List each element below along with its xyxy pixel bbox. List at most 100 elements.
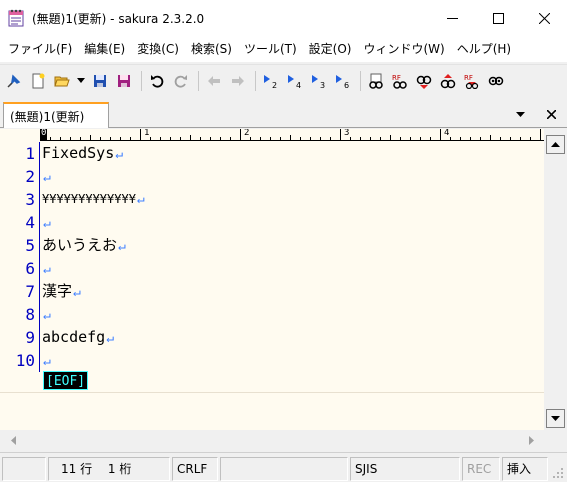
line-number: 3: [25, 190, 35, 209]
menu-window[interactable]: ウィンドウ(W): [357, 38, 450, 60]
menu-edit[interactable]: 編集(E): [78, 38, 131, 60]
line-text: ↵: [42, 211, 51, 235]
status-encoding[interactable]: SJIS: [350, 457, 460, 481]
ruler-tick: [90, 135, 91, 140]
search-next-icon[interactable]: [413, 70, 435, 92]
replace-icon[interactable]: RF: [461, 70, 483, 92]
jump-6-icon[interactable]: 6: [332, 70, 354, 92]
ruler-tick: [250, 137, 251, 140]
jump-3-label: 3: [320, 81, 325, 89]
scroll-left-icon[interactable]: [4, 431, 22, 449]
compare-icon[interactable]: [485, 70, 507, 92]
ruler-tick: [150, 137, 151, 140]
save-all-icon[interactable]: [113, 70, 135, 92]
scroll-right-icon[interactable]: [522, 431, 540, 449]
ruler-tick: [540, 129, 541, 140]
editor-line[interactable]: 3 ¥¥¥¥¥¥¥¥¥¥¥¥¥↵: [0, 188, 544, 211]
horizontal-scroll-track[interactable]: [22, 431, 518, 449]
jump-6-label: 6: [344, 81, 349, 89]
ruler-tick: [180, 137, 181, 140]
pin-icon[interactable]: [3, 70, 25, 92]
move-back-icon[interactable]: [203, 70, 225, 92]
line-text: 漢字↵: [42, 280, 81, 304]
ruler-tick: [440, 129, 441, 140]
new-file-icon[interactable]: [27, 70, 49, 92]
ruler-tick: [360, 137, 361, 140]
sakura-app-icon[interactable]: [8, 9, 24, 27]
line-text: ↵: [42, 165, 51, 189]
redo-icon[interactable]: [170, 70, 192, 92]
grep-icon[interactable]: RF: [389, 70, 411, 92]
search-icon[interactable]: [365, 70, 387, 92]
line-number: 7: [25, 282, 35, 301]
search-prev-icon[interactable]: [437, 70, 459, 92]
ruler-tick: [160, 137, 161, 140]
ruler-tick: [510, 137, 511, 140]
line-content: あいうえお: [42, 236, 118, 254]
jump-2-icon[interactable]: 2: [260, 70, 282, 92]
menu-convert[interactable]: 変換(C): [131, 38, 185, 60]
scroll-down-icon[interactable]: [546, 409, 565, 428]
editor-line[interactable]: 6 ↵: [0, 257, 544, 280]
editor-line[interactable]: 2 ↵: [0, 165, 544, 188]
toolbar-separator: [198, 70, 199, 91]
status-cursor-position: 11 行 1 桁: [48, 457, 170, 481]
tab-bar: (無題)1(更新): [0, 100, 567, 128]
undo-icon[interactable]: [146, 70, 168, 92]
jump-2-label: 2: [272, 81, 277, 89]
jump-3-icon[interactable]: 3: [308, 70, 330, 92]
minimize-button[interactable]: [429, 0, 475, 36]
menu-settings[interactable]: 設定(O): [303, 38, 358, 60]
jump-4-icon[interactable]: 4: [284, 70, 306, 92]
tab-untitled-1[interactable]: (無題)1(更新): [3, 102, 109, 128]
ruler-tick: [350, 137, 351, 140]
ruler-tick: [100, 137, 101, 140]
ruler-tick: [380, 137, 381, 140]
eol-mark-icon: ↵: [136, 192, 145, 207]
editor-line[interactable]: 10 ↵: [0, 349, 544, 372]
editor-area[interactable]: 0 1 2 3 4 1 FixedSys↵ 2 ↵ 3 ¥¥¥¥¥¥¥¥¥¥¥¥…: [0, 129, 544, 430]
window-title: (無題)1(更新) - sakura 2.3.2.0: [32, 11, 205, 26]
toolbar-separator: [360, 70, 361, 91]
close-window-button[interactable]: [521, 0, 567, 36]
editor-line[interactable]: 9 abcdefg↵: [0, 326, 544, 349]
menu-help[interactable]: ヘルプ(H): [451, 38, 517, 60]
status-input-mode[interactable]: 挿入: [502, 457, 548, 481]
ruler-tick: [240, 129, 241, 140]
line-text: abcdefg↵: [42, 326, 114, 350]
scroll-up-icon[interactable]: [546, 135, 565, 154]
horizontal-scrollbar[interactable]: [0, 430, 544, 450]
resize-grip-icon[interactable]: [552, 467, 564, 479]
line-text: ¥¥¥¥¥¥¥¥¥¥¥¥¥↵: [42, 188, 145, 211]
ruler-tick: [520, 137, 521, 140]
ruler-tick: [50, 137, 51, 140]
editor-line[interactable]: 4 ↵: [0, 211, 544, 234]
save-icon[interactable]: [89, 70, 111, 92]
editor-line[interactable]: 8 ↵: [0, 303, 544, 326]
line-text: ↵: [42, 257, 51, 281]
dropdown-arrow-icon[interactable]: [75, 70, 87, 92]
open-folder-icon[interactable]: [51, 70, 73, 92]
ruler-tick: [450, 137, 451, 140]
close-tab-icon[interactable]: [542, 106, 560, 122]
menu-file[interactable]: ファイル(F): [2, 38, 78, 60]
ruler-tick: [260, 137, 261, 140]
vertical-scrollbar[interactable]: [544, 129, 567, 430]
status-line-ending[interactable]: CRLF: [172, 457, 218, 481]
ruler-tick: [130, 137, 131, 140]
ruler-tick: [270, 137, 271, 140]
line-content: 漢字: [42, 282, 73, 300]
split-box[interactable]: [546, 129, 565, 134]
line-number: 9: [25, 328, 35, 347]
maximize-button[interactable]: [475, 0, 521, 36]
editor-line[interactable]: 7 漢字↵: [0, 280, 544, 303]
text-end-line: [0, 392, 544, 393]
ruler-tick: [140, 129, 141, 140]
editor-line[interactable]: 1 FixedSys↵: [0, 142, 544, 165]
move-forward-icon[interactable]: [227, 70, 249, 92]
status-rec[interactable]: REC: [462, 457, 500, 481]
menu-search[interactable]: 検索(S): [185, 38, 238, 60]
editor-line[interactable]: 5 あいうえお↵: [0, 234, 544, 257]
menu-tools[interactable]: ツール(T): [238, 38, 303, 60]
tab-list-dropdown-icon[interactable]: [512, 106, 528, 122]
